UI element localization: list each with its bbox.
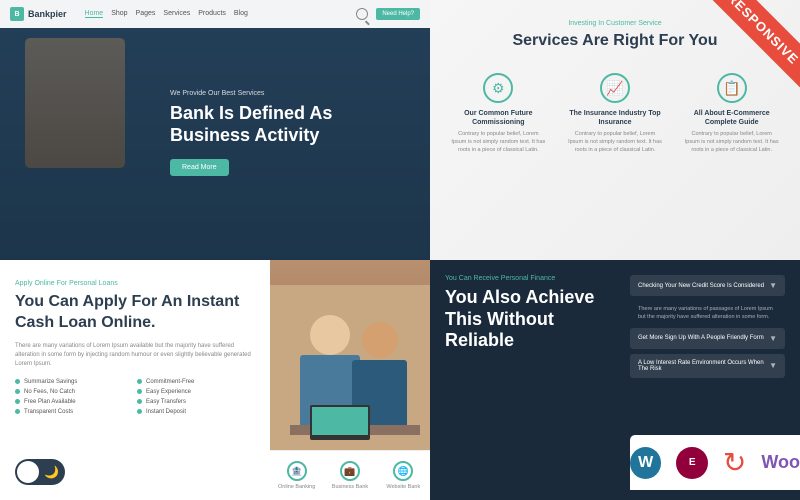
hero-cta-button[interactable]: Read More: [170, 159, 229, 176]
bottom-icon-1: 💼: [340, 461, 360, 481]
hero-content: We Provide Our Best Services Bank Is Def…: [160, 80, 420, 186]
nav-link-shop[interactable]: Shop: [111, 10, 127, 18]
loan-section: Apply Online For Personal Loans You Can …: [0, 260, 430, 500]
loan-feature-6: Transparent Costs: [15, 409, 133, 415]
bottom-icon-label-1: Business Bank: [332, 484, 368, 490]
refresh-logo: ↻: [723, 446, 746, 479]
finance-accordion: Checking Your New Credit Score Is Consid…: [630, 275, 785, 383]
accordion-arrow-2: ▼: [769, 361, 777, 370]
elementor-logo: E: [676, 447, 707, 479]
feature-dot-1: [137, 379, 142, 384]
service-card-0: ⚙ Our Common Future Commissioning Contra…: [445, 65, 552, 162]
service-card-1: 📈 The Insurance Industry Top Insurance C…: [562, 65, 669, 162]
accordion-label-0: Checking Your New Credit Score Is Consid…: [638, 283, 769, 289]
loan-feature-3: Easy Experience: [137, 389, 255, 395]
accordion-label-2: A Low Interest Rate Environment Occurs W…: [638, 360, 769, 372]
loan-features: Summarize Savings Commitment-Free No Fee…: [15, 379, 255, 415]
loan-subtitle: Apply Online For Personal Loans: [15, 280, 255, 287]
bottom-icon-item-2: 🌐 Website Bank: [377, 451, 430, 500]
hero-subtitle: We Provide Our Best Services: [170, 90, 410, 97]
nav-link-home[interactable]: Home: [85, 10, 104, 18]
loan-feature-7: Instant Deposit: [137, 409, 255, 415]
feature-dot-2: [15, 389, 20, 394]
toggle-thumb: [17, 461, 39, 483]
loan-image: 🏦 Online Banking 💼 Business Bank 🌐 Websi…: [270, 260, 430, 500]
logo-icon: B: [10, 7, 24, 21]
responsive-badge-text: RESPONSIVE: [703, 0, 800, 89]
nav-link-blog[interactable]: Blog: [234, 10, 248, 18]
finance-title: You Also Achieve This Without Reliable: [445, 287, 625, 352]
finance-section: You Can Receive Personal Finance You Als…: [430, 260, 800, 500]
loan-feature-0: Summarize Savings: [15, 379, 133, 385]
accordion-arrow-0: ▼: [769, 281, 777, 290]
accordion-item-2[interactable]: A Low Interest Rate Environment Occurs W…: [630, 354, 785, 378]
service-card-text-2: Contrary to popular belief, Lorem Ipsum …: [683, 131, 780, 154]
service-card-text-0: Contrary to popular belief, Lorem Ipsum …: [450, 131, 547, 154]
hero-title: Bank Is Defined As Business Activity: [170, 103, 410, 146]
feature-dot-4: [15, 399, 20, 404]
feature-dot-6: [15, 409, 20, 414]
loan-content: Apply Online For Personal Loans You Can …: [0, 260, 270, 500]
moon-icon: 🌙: [44, 465, 59, 479]
accordion-label-1: Get More Sign Up With A People Friendly …: [638, 335, 769, 341]
feature-dot-5: [137, 399, 142, 404]
loan-feature-1: Commitment-Free: [137, 379, 255, 385]
woocommerce-logo: Woo: [761, 452, 800, 473]
loan-feature-5: Easy Transfers: [137, 399, 255, 405]
service-card-title-0: Our Common Future Commissioning: [450, 109, 547, 127]
dark-mode-toggle[interactable]: 🌙: [15, 459, 65, 485]
loan-feature-4: Free Plan Available: [15, 399, 133, 405]
service-icon-1: 📈: [600, 73, 630, 103]
bottom-icon-0: 🏦: [287, 461, 307, 481]
navbar: B Bankpier Home Shop Pages Services Prod…: [0, 0, 430, 28]
service-card-title-1: The Insurance Industry Top Insurance: [567, 109, 664, 127]
logo-text: Bankpier: [28, 9, 67, 19]
loan-title: You Can Apply For An Instant Cash Loan O…: [15, 292, 255, 334]
service-icon-0: ⚙: [483, 73, 513, 103]
bottom-icon-item-0: 🏦 Online Banking: [270, 451, 323, 500]
loan-people-svg: [270, 285, 430, 475]
wordpress-logo: W: [630, 447, 661, 479]
help-button[interactable]: Need Help?: [376, 8, 420, 20]
feature-dot-0: [15, 379, 20, 384]
nav-link-services[interactable]: Services: [163, 10, 190, 18]
bottom-icon-label-2: Website Bank: [386, 484, 420, 490]
accordion-arrow-1: ▼: [769, 334, 777, 343]
dark-mode-toggle-section: 🌙: [15, 459, 65, 485]
nav-logo[interactable]: B Bankpier: [10, 7, 67, 21]
bottom-icons-row: 🏦 Online Banking 💼 Business Bank 🌐 Websi…: [270, 450, 430, 500]
loan-description: There are many variations of Lorem Ipsum…: [15, 342, 255, 369]
accordion-item-1[interactable]: Get More Sign Up With A People Friendly …: [630, 328, 785, 349]
loan-feature-2: No Fees, No Catch: [15, 389, 133, 395]
feature-dot-3: [137, 389, 142, 394]
accordion-item-0[interactable]: Checking Your New Credit Score Is Consid…: [630, 275, 785, 296]
finance-left: You Can Receive Personal Finance You Als…: [445, 275, 625, 352]
brand-logos: W E ↻ Woo: [630, 435, 800, 490]
bottom-icon-2: 🌐: [393, 461, 413, 481]
nav-links: Home Shop Pages Services Products Blog: [85, 10, 248, 18]
finance-subtitle: You Can Receive Personal Finance: [445, 275, 625, 282]
nav-link-products[interactable]: Products: [198, 10, 226, 18]
hero-section: B Bankpier Home Shop Pages Services Prod…: [0, 0, 430, 260]
nav-link-pages[interactable]: Pages: [136, 10, 156, 18]
feature-dot-7: [137, 409, 142, 414]
accordion-content-0: There are many variations of passages of…: [630, 301, 785, 328]
search-icon[interactable]: [356, 8, 368, 20]
main-container: B Bankpier Home Shop Pages Services Prod…: [0, 0, 800, 500]
service-card-text-1: Contrary to popular belief, Lorem Ipsum …: [567, 131, 664, 154]
responsive-badge: RESPONSIVE: [685, 0, 800, 115]
bottom-icon-label-0: Online Banking: [278, 484, 315, 490]
bottom-icon-item-1: 💼 Business Bank: [323, 451, 376, 500]
